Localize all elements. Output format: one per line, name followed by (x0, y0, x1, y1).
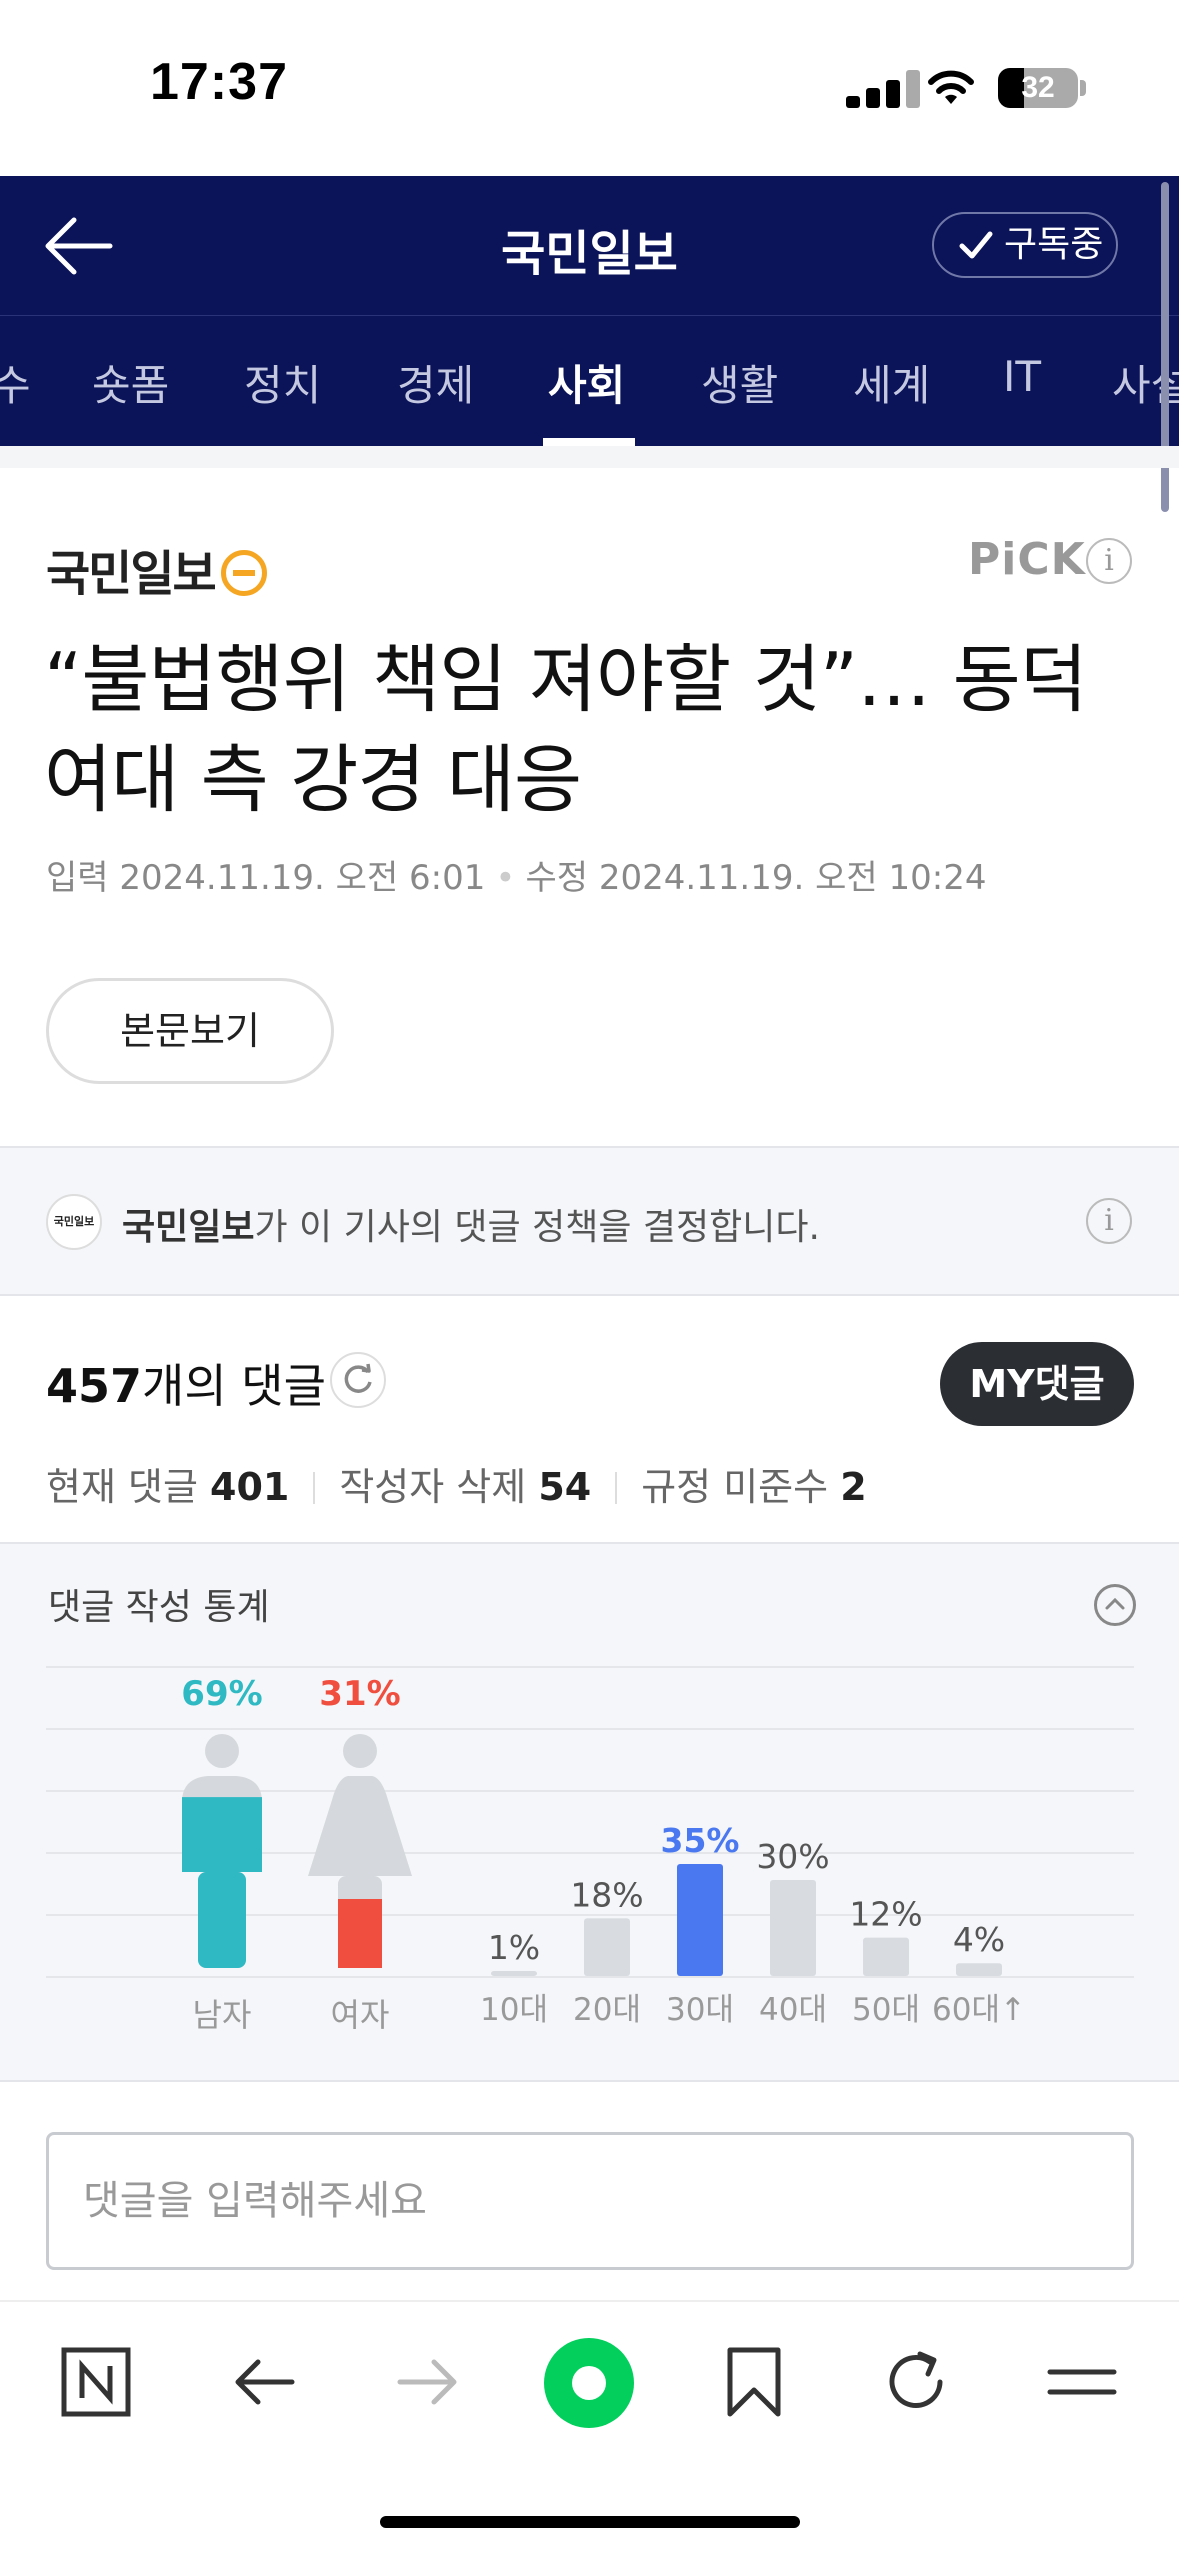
age-bar-2 (677, 1864, 723, 1976)
age-category-label-3: 40대 (759, 1992, 827, 2028)
view-body-button[interactable]: 본문보기 (46, 978, 334, 1084)
naver-home-icon[interactable] (60, 2346, 132, 2418)
male-percent: 69% (181, 1674, 263, 1714)
comment-count: 457개의 댓글 (46, 1359, 326, 1413)
green-dot-icon[interactable] (544, 2338, 634, 2428)
battery-icon: 32 (998, 68, 1078, 108)
menu-icon[interactable] (1046, 2346, 1118, 2418)
tab-it[interactable]: IT (1003, 352, 1041, 401)
battery-level: 32 (1021, 71, 1055, 104)
comment-policy-bar: 국민일보 국민일보가 이 기사의 댓글 정책을 결정합니다. i (0, 1146, 1179, 1296)
age-category-label-0: 10대 (480, 1992, 548, 2028)
age-value-label-0: 1% (488, 1928, 540, 1967)
male-figure-icon (182, 1734, 262, 1968)
age-bar-4 (863, 1937, 909, 1976)
forward-arrow-icon[interactable] (392, 2346, 464, 2418)
age-category-label-1: 20대 (573, 1992, 641, 2028)
my-comments-button[interactable]: MY댓글 (940, 1342, 1134, 1426)
active-tab-indicator (543, 438, 635, 446)
press-small-logo: 국민일보 (46, 1194, 102, 1250)
age-value-label-5: 4% (953, 1920, 1005, 1959)
wifi-icon (928, 70, 974, 104)
bookmark-icon[interactable] (718, 2346, 790, 2418)
comment-stats-panel: 댓글 작성 통계 69% 31% 남자 여자 1% 10대 18% 20대 35% 30대… (0, 1542, 1179, 2082)
article-headline: “불법행위 책임 져야할 것”… 동덕여대 측 강경 대응 (44, 637, 1088, 823)
age-bar-1 (584, 1918, 630, 1976)
age-bar-3 (770, 1880, 816, 1976)
cellular-signal-icon (846, 70, 926, 108)
subscribe-label: 구독중 (1004, 224, 1104, 265)
reload-icon[interactable] (880, 2346, 952, 2418)
age-value-label-3: 30% (756, 1837, 829, 1876)
age-category-label-4: 50대 (852, 1992, 920, 2028)
tab-life[interactable]: 생활 (701, 352, 778, 413)
age-category-label-5: 60대↑ (932, 1992, 1026, 2028)
modify-date: 2024.11.19. 오전 10:24 (598, 858, 987, 898)
stats-title: 댓글 작성 통계 (48, 1587, 270, 1628)
collapse-chevron-icon[interactable] (1094, 1584, 1136, 1626)
status-bar: 17:37 32 (0, 0, 1179, 176)
comment-stats-row: 현재 댓글 401 작성자 삭제 54 규정 미준수 2 (46, 1465, 867, 1509)
status-time: 17:37 (150, 53, 288, 111)
refresh-icon[interactable] (330, 1352, 386, 1408)
pick-info-icon[interactable]: i (1086, 538, 1132, 584)
input-date: 2024.11.19. 오전 6:01 (119, 858, 486, 898)
article-dates: 입력 2024.11.19. 오전 6:01 • 수정 2024.11.19. 오전… (46, 858, 987, 898)
tab-society[interactable]: 사회 (548, 352, 625, 413)
age-bar-0 (491, 1971, 537, 1976)
age-category-label-2: 30대 (666, 1992, 734, 2028)
age-value-label-4: 12% (849, 1895, 922, 1934)
check-icon (959, 231, 993, 259)
tab-world[interactable]: 세계 (853, 352, 930, 413)
subscribe-button[interactable]: 구독중 (932, 212, 1118, 278)
home-indicator (380, 2516, 800, 2528)
comment-input[interactable]: 댓글을 입력해주세요 (46, 2132, 1134, 2270)
tab-shortform[interactable]: 숏폼 (92, 352, 169, 413)
age-value-label-2: 35% (661, 1821, 740, 1860)
press-logo[interactable]: 국민일보 (46, 534, 267, 604)
age-distribution-chart: 1% 10대 18% 20대 35% 30대 30% 40대 12% 50대 4% 60대↑ (480, 1821, 1026, 2028)
female-figure-icon (308, 1734, 412, 1968)
category-tabs: 수 숏폼 정치 경제 사회 생활 세계 IT 사설 (0, 316, 1179, 446)
policy-info-icon[interactable]: i (1086, 1198, 1132, 1244)
female-label: 여자 (330, 1996, 390, 2034)
tab-economy[interactable]: 경제 (397, 352, 474, 413)
policy-text: 국민일보가 이 기사의 댓글 정책을 결정합니다. (122, 1207, 820, 1248)
female-percent: 31% (319, 1674, 401, 1714)
age-bar-5 (956, 1963, 1002, 1976)
male-label: 남자 (192, 1996, 252, 2034)
age-value-label-1: 18% (570, 1875, 643, 1914)
tab-partial-left[interactable]: 수 (0, 352, 31, 413)
back-arrow-icon[interactable] (228, 2346, 300, 2418)
pick-badge: PiCK (968, 534, 1086, 585)
tab-politics[interactable]: 정치 (244, 352, 321, 413)
